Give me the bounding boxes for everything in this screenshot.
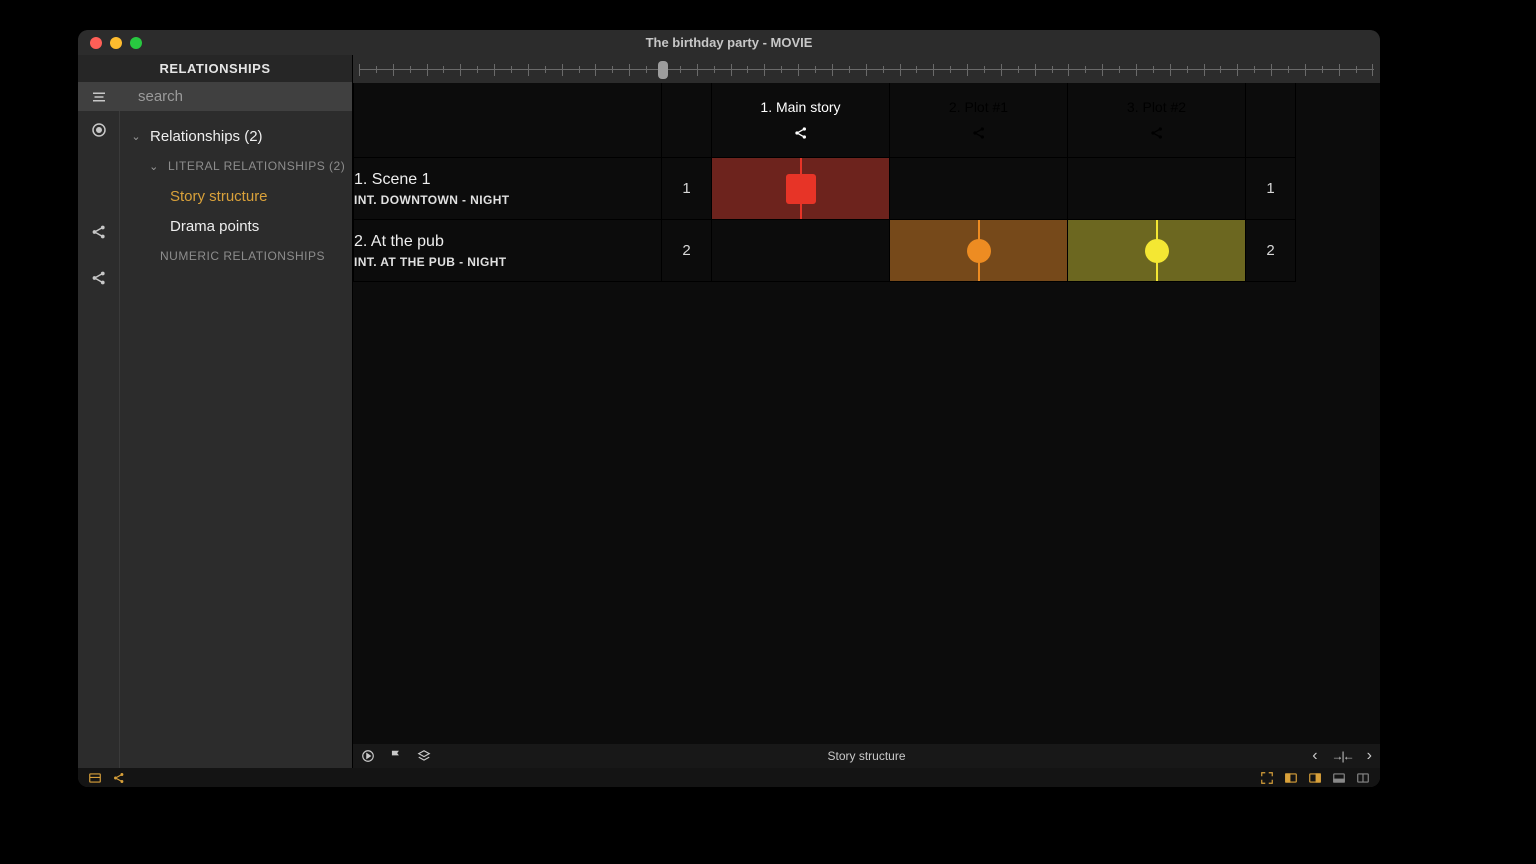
- sidebar-rail: [78, 111, 120, 768]
- search-row: [78, 82, 352, 111]
- plot-cell-3[interactable]: [1068, 158, 1246, 220]
- play-icon[interactable]: [361, 749, 375, 763]
- table-row: 2. At the pub INT. AT THE PUB - NIGHT 2: [354, 220, 1380, 282]
- scene-title: 1. Scene 1: [354, 171, 661, 189]
- plot-header-1[interactable]: 1. Main story: [712, 83, 890, 158]
- tree-label: Drama points: [170, 218, 259, 235]
- header-spacer: [1246, 83, 1296, 158]
- scene-number-right: 2: [1246, 220, 1296, 282]
- share-icon[interactable]: [90, 269, 108, 287]
- layers-icon[interactable]: [417, 749, 431, 763]
- sidebar-header: RELATIONSHIPS: [78, 55, 352, 82]
- chevron-down-icon: ⌄: [148, 160, 160, 173]
- layout-split-icon[interactable]: [1356, 771, 1370, 785]
- search-input[interactable]: [120, 88, 352, 105]
- minimize-icon[interactable]: [110, 37, 122, 49]
- scene-number-left: 1: [662, 158, 712, 220]
- layout-bottom-icon[interactable]: [1332, 771, 1346, 785]
- main-footer: Story structure ‹ →|← ›: [353, 744, 1380, 768]
- plot-header-label: 3. Plot #2: [1127, 99, 1186, 115]
- scene-slug: INT. AT THE PUB - NIGHT: [354, 255, 661, 269]
- scene-cell[interactable]: 1. Scene 1 INT. DOWNTOWN - NIGHT: [354, 158, 662, 220]
- share-icon: [793, 125, 809, 141]
- layout-left-icon[interactable]: [1284, 771, 1298, 785]
- target-icon[interactable]: [90, 121, 108, 139]
- plot-header-3[interactable]: 3. Plot #2: [1068, 83, 1246, 158]
- fit-width-icon[interactable]: →|←: [1332, 749, 1353, 763]
- header-spacer: [1296, 83, 1380, 158]
- share-icon[interactable]: [112, 771, 126, 785]
- footer-caption: Story structure: [353, 749, 1380, 763]
- share-icon: [971, 125, 987, 141]
- scene-number-right: 1: [1246, 158, 1296, 220]
- plot-cell-3[interactable]: [1068, 220, 1246, 282]
- ruler-thumb[interactable]: [658, 61, 668, 79]
- plot-cell-2[interactable]: [890, 158, 1068, 220]
- chevron-right-icon[interactable]: ›: [1367, 747, 1372, 765]
- scene-number-left: 2: [662, 220, 712, 282]
- table-row: 1. Scene 1 INT. DOWNTOWN - NIGHT 1 1: [354, 158, 1380, 220]
- window-title: The birthday party - MOVIE: [78, 35, 1380, 50]
- chevron-left-icon[interactable]: ‹: [1312, 747, 1317, 765]
- plot-cell-2[interactable]: [890, 220, 1068, 282]
- marker-square[interactable]: [786, 174, 816, 204]
- marker-circle[interactable]: [967, 239, 991, 263]
- sidebar-tree: ⌄ Relationships (2) ⌄ LITERAL RELATIONSH…: [120, 111, 352, 768]
- chevron-down-icon: ⌄: [130, 130, 142, 143]
- tree-label: NUMERIC RELATIONSHIPS: [160, 249, 325, 263]
- share-icon: [1149, 125, 1165, 141]
- sidebar: RELATIONSHIPS: [78, 55, 353, 768]
- scene-slug: INT. DOWNTOWN - NIGHT: [354, 193, 661, 207]
- menu-icon[interactable]: [78, 88, 120, 106]
- marker-circle[interactable]: [1145, 239, 1169, 263]
- window-controls: [90, 37, 142, 49]
- titlebar: The birthday party - MOVIE: [78, 30, 1380, 55]
- fullscreen-icon[interactable]: [130, 37, 142, 49]
- tree-label: Relationships (2): [150, 128, 263, 145]
- app-bottom-bar: [78, 768, 1380, 787]
- share-icon[interactable]: [90, 223, 108, 241]
- scene-title: 2. At the pub: [354, 233, 661, 251]
- tree-group-literal[interactable]: ⌄ LITERAL RELATIONSHIPS (2): [120, 151, 352, 181]
- close-icon[interactable]: [90, 37, 102, 49]
- header-spacer: [354, 83, 662, 158]
- expand-icon[interactable]: [1260, 771, 1274, 785]
- story-grid: 1. Main story 2. Plot #1: [353, 83, 1380, 282]
- tree-leaf-story-structure[interactable]: Story structure: [120, 181, 352, 211]
- tree-label: Story structure: [170, 188, 268, 205]
- plot-header-label: 1. Main story: [760, 99, 840, 115]
- app-window: The birthday party - MOVIE RELATIONSHIPS: [78, 30, 1380, 787]
- flag-icon[interactable]: [389, 749, 403, 763]
- plot-header-label: 2. Plot #1: [949, 99, 1008, 115]
- panel-icon[interactable]: [88, 771, 102, 785]
- tree-root-relationships[interactable]: ⌄ Relationships (2): [120, 121, 352, 151]
- main-panel: 1. Main story 2. Plot #1: [353, 55, 1380, 768]
- tree-group-numeric[interactable]: NUMERIC RELATIONSHIPS: [120, 241, 352, 271]
- tree-label: LITERAL RELATIONSHIPS (2): [168, 159, 345, 173]
- tree-leaf-drama-points[interactable]: Drama points: [120, 211, 352, 241]
- timeline-ruler[interactable]: [353, 55, 1380, 83]
- plot-header-2[interactable]: 2. Plot #1: [890, 83, 1068, 158]
- scene-cell[interactable]: 2. At the pub INT. AT THE PUB - NIGHT: [354, 220, 662, 282]
- layout-right-icon[interactable]: [1308, 771, 1322, 785]
- plot-cell-1[interactable]: [712, 158, 890, 220]
- header-spacer: [662, 83, 712, 158]
- plot-cell-1[interactable]: [712, 220, 890, 282]
